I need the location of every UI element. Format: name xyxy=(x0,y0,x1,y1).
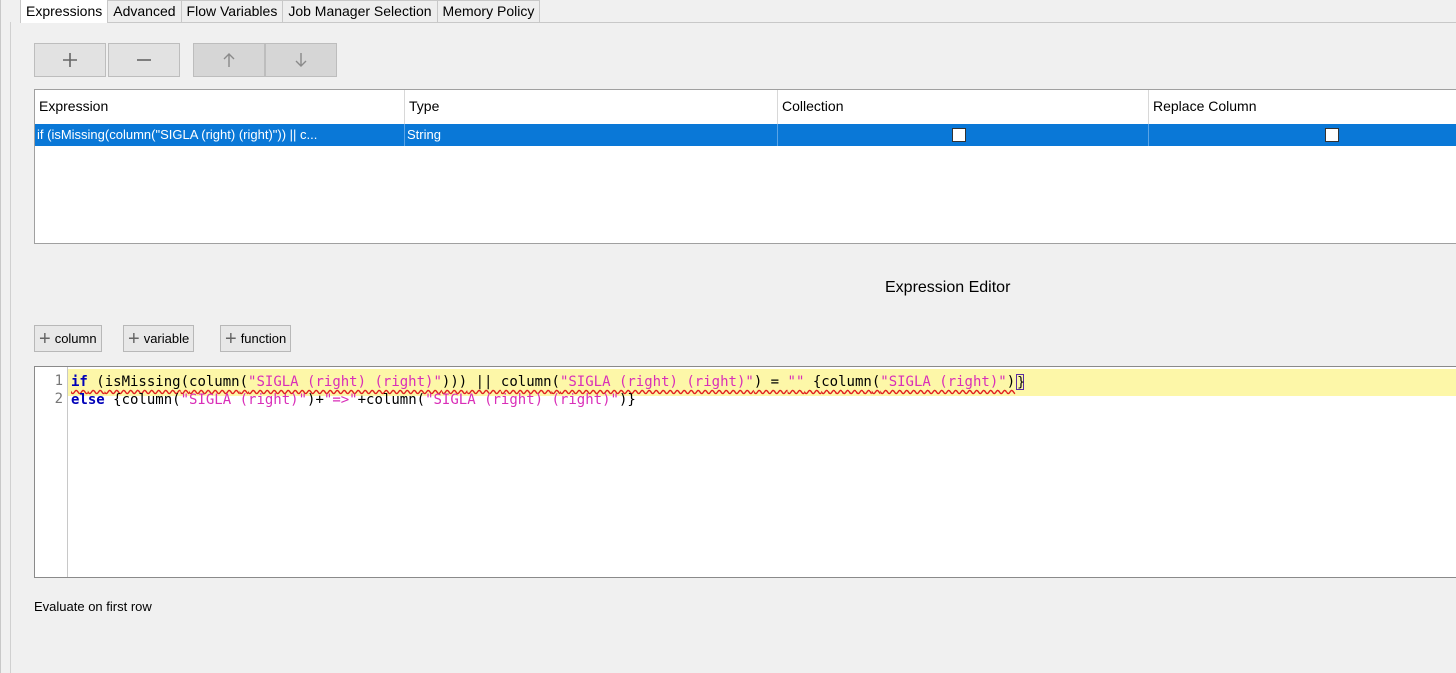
code-token: column xyxy=(366,392,417,408)
code-line-2[interactable]: else {column("SIGLA (right)")+"=>"+colum… xyxy=(71,391,636,409)
code-token: { xyxy=(104,392,122,408)
plus-icon xyxy=(63,53,77,67)
code-token: column xyxy=(821,374,872,390)
move-down-button[interactable] xyxy=(265,43,337,77)
code-token: "" xyxy=(787,374,805,390)
code-token: ( xyxy=(551,374,560,390)
code-token: ) = xyxy=(753,374,788,390)
code-token: "SIGLA (right) (right)" xyxy=(425,392,619,408)
code-token: } xyxy=(1017,375,1025,390)
code-token: || xyxy=(467,374,501,390)
plus-icon: + xyxy=(225,327,237,350)
insert-function-button[interactable]: + function xyxy=(220,325,292,352)
replace-column-checkbox[interactable] xyxy=(1325,128,1339,142)
add-expression-button[interactable] xyxy=(34,43,106,77)
plus-icon: + xyxy=(128,327,140,350)
code-token: { xyxy=(804,374,822,390)
arrow-up-icon xyxy=(223,53,235,67)
bracket-match-marker: } xyxy=(1016,374,1025,390)
code-token: column xyxy=(500,374,552,390)
remove-expression-button[interactable] xyxy=(108,43,180,77)
code-token: ( xyxy=(239,374,249,390)
insert-function-label: function xyxy=(240,331,287,346)
insert-column-label: column xyxy=(54,331,97,346)
expression-code-editor[interactable]: 1 2 if (isMissing(column("SIGLA (right) … xyxy=(34,366,1456,578)
code-token: "SIGLA (right)" xyxy=(180,392,308,408)
panel-left-border xyxy=(10,22,11,673)
code-token: "=>" xyxy=(323,392,358,408)
expressions-table: Expression Type Collection Replace Colum… xyxy=(34,89,1456,244)
code-token: else xyxy=(71,392,105,408)
insert-variable-label: variable xyxy=(143,331,190,346)
code-token: ( xyxy=(180,374,190,390)
evaluate-on-first-row-label: Evaluate on first row xyxy=(34,599,152,614)
code-token: ( xyxy=(416,392,426,408)
plus-icon: + xyxy=(39,327,51,350)
tab-job-manager-selection[interactable]: Job Manager Selection xyxy=(282,0,438,23)
code-token: if xyxy=(71,374,88,390)
code-token: "SIGLA (right)" xyxy=(880,374,1007,390)
line-number: 1 xyxy=(54,373,63,389)
code-token: isMissing xyxy=(104,374,181,390)
insert-variable-button[interactable]: + variable xyxy=(123,325,195,352)
expression-editor-title: Expression Editor xyxy=(885,279,1011,296)
code-token: ( xyxy=(87,374,105,390)
tab-advanced[interactable]: Advanced xyxy=(107,0,182,23)
code-token: )} xyxy=(618,392,636,408)
window-left-edge xyxy=(0,0,1,673)
code-token: ))) xyxy=(441,374,468,390)
code-token: ( xyxy=(871,374,881,390)
tab-expressions[interactable]: Expressions xyxy=(20,0,109,23)
code-line-1[interactable]: if (isMissing(column("SIGLA (right) (rig… xyxy=(71,373,1025,391)
code-token: )+ xyxy=(307,392,324,408)
line-number-gutter: 1 2 xyxy=(35,367,68,577)
code-token: "SIGLA (right) (right)" xyxy=(248,374,442,390)
code-token: "SIGLA (right) (right)" xyxy=(559,374,754,390)
arrow-down-icon xyxy=(295,53,307,67)
code-token: + xyxy=(357,392,367,408)
cell-expression[interactable]: if (isMissing(column("SIGLA (right) (rig… xyxy=(35,124,405,146)
code-token: column xyxy=(189,374,240,390)
tab-underline xyxy=(20,22,1456,23)
move-up-button[interactable] xyxy=(193,43,265,77)
column-header-collection[interactable]: Collection xyxy=(778,90,1149,124)
minus-icon xyxy=(137,59,151,61)
code-token: column xyxy=(121,392,173,408)
collection-checkbox[interactable] xyxy=(952,128,966,142)
table-header: Expression Type Collection Replace Colum… xyxy=(35,90,1456,125)
tab-flow-variables[interactable]: Flow Variables xyxy=(180,0,284,23)
tab-memory-policy[interactable]: Memory Policy xyxy=(436,0,541,23)
code-token: ) xyxy=(1006,374,1016,390)
cell-collection xyxy=(778,124,1149,146)
insert-column-button[interactable]: + column xyxy=(34,325,102,352)
line-number: 2 xyxy=(54,391,63,407)
column-header-replace-column[interactable]: Replace Column xyxy=(1149,90,1456,124)
tab-bar: Expressions Advanced Flow Variables Job … xyxy=(20,0,541,24)
cell-replace-column xyxy=(1149,124,1456,146)
code-token: ( xyxy=(172,392,181,408)
column-header-expression[interactable]: Expression xyxy=(35,90,405,124)
table-row[interactable]: if (isMissing(column("SIGLA (right) (rig… xyxy=(35,124,1456,146)
column-header-type[interactable]: Type xyxy=(405,90,778,124)
cell-type[interactable]: String xyxy=(405,124,778,146)
